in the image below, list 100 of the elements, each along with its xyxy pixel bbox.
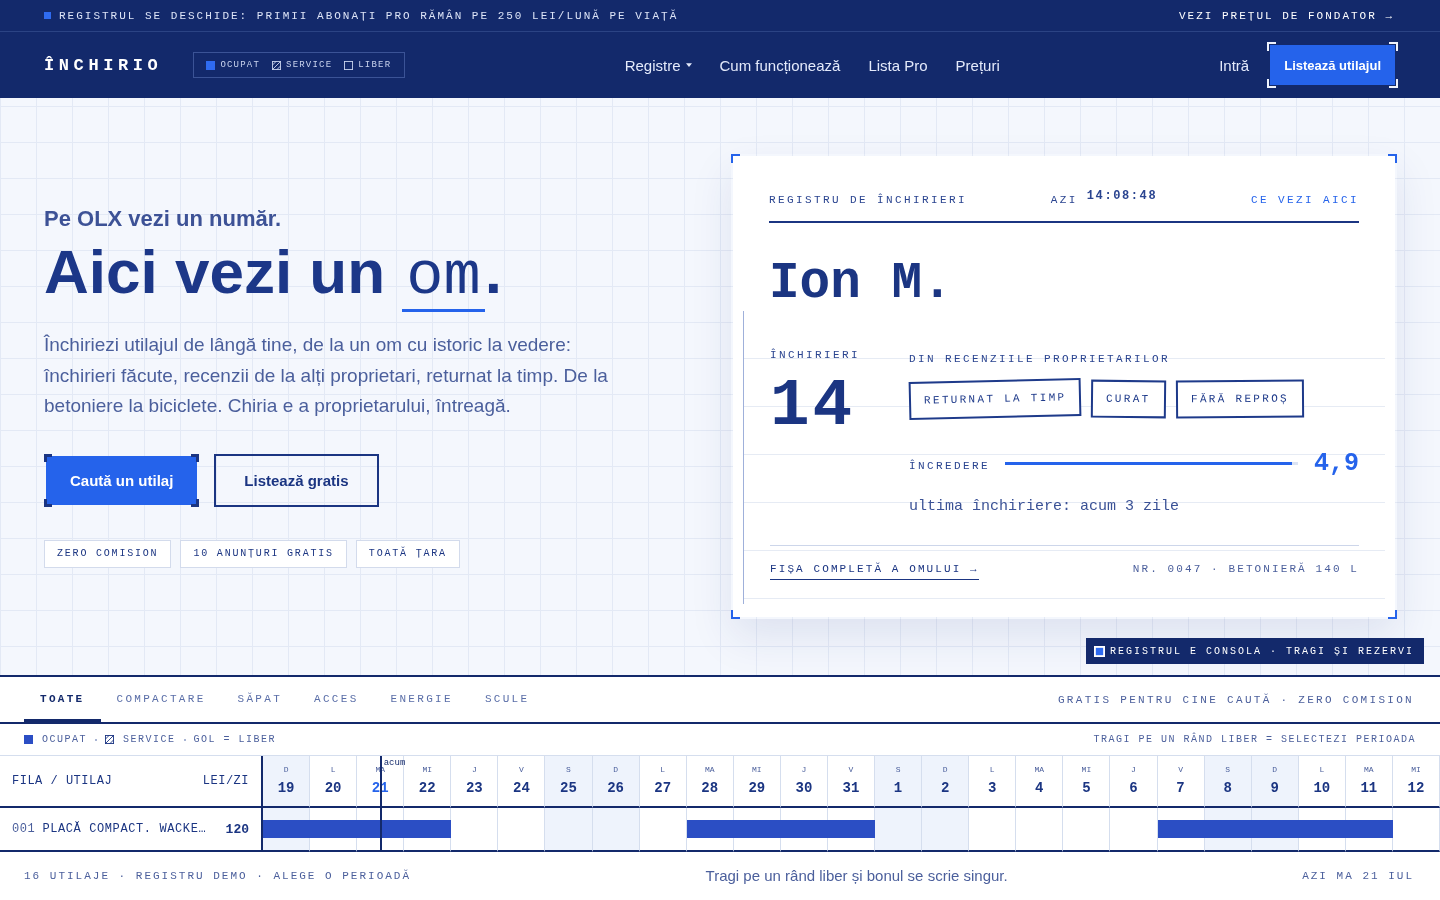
price-cell: 120 (225, 821, 249, 837)
weekday-label: J (801, 765, 807, 775)
reviews-label: DIN RECENZIILE PROPRIETARILOR (909, 352, 1172, 366)
weekday-label: MA (704, 765, 715, 775)
category-tab[interactable]: COMPACTARE (100, 677, 222, 722)
nav-link[interactable]: Lista Pro (868, 56, 928, 74)
date-label: 6 (1129, 779, 1138, 797)
weekday-label: MA (1364, 765, 1374, 775)
headline: Aici vezi un om. (44, 237, 503, 313)
date-label: 30 (795, 779, 813, 797)
date-label: 27 (654, 779, 672, 797)
now-label: acum (383, 758, 406, 768)
empty-square-icon (344, 60, 354, 70)
square-icon (44, 12, 51, 19)
nav-link[interactable]: Registre (624, 56, 692, 74)
category-tab[interactable]: ENERGIE (374, 677, 469, 722)
feature-tag: ZERO COMISION (44, 539, 172, 568)
date-label: 25 (560, 779, 577, 797)
date-label: 22 (418, 779, 436, 797)
date-label: 1 (893, 779, 903, 797)
date-label: 29 (748, 779, 766, 797)
hatched-square-icon (105, 735, 114, 744)
hatched-square-icon (272, 60, 282, 70)
tabs-note: GRATIS PENTRU CINE CAUTĂ · ZERO COMISION (1057, 693, 1414, 706)
weekday-label: V (519, 765, 524, 775)
weekday-label: MI (1411, 765, 1421, 775)
weekday-label: S (566, 765, 571, 775)
date-label: 23 (465, 779, 483, 797)
category-tab[interactable]: SĂPAT (221, 677, 299, 722)
weekday-label: L (660, 765, 666, 775)
column-header: LEI/ZI (202, 774, 249, 788)
footer-date: AZI MA 21 IUL (1302, 869, 1414, 882)
row-number: 001 (12, 822, 36, 836)
weekday-label: MI (752, 765, 762, 775)
weekday-label: D (283, 765, 289, 775)
date-label: 31 (842, 779, 860, 797)
list-equipment-button[interactable]: Listează utilajul (1267, 42, 1398, 88)
kicker-text: Pe OLX vezi un număr. (44, 205, 283, 234)
weekday-label: MI (422, 765, 433, 775)
trust-score: 4,9 (1314, 448, 1359, 478)
category-tab[interactable]: TOATE (24, 677, 101, 722)
nav-link[interactable]: Cum funcționează (719, 56, 841, 74)
weekday-label: D (1272, 765, 1278, 775)
date-label: 4 (1035, 779, 1044, 797)
date-label: 5 (1082, 779, 1091, 797)
date-label: 11 (1360, 779, 1378, 797)
weekday-label: D (942, 765, 948, 775)
console-badge-text: REGISTRUL E CONSOLA · TRAGI ȘI REZERVI (1109, 645, 1414, 657)
rentals-label: ÎNCHIRIERI (770, 348, 861, 362)
founder-price-link[interactable]: VEZI PREȚUL DE FONDATOR → (1178, 9, 1394, 22)
legend-label: LIBER (358, 60, 392, 70)
logo[interactable]: ÎNCHIRIO (44, 55, 163, 75)
weekday-label: S (1225, 765, 1231, 775)
square-icon (1093, 645, 1105, 657)
search-equipment-button[interactable]: Caută un utilaj (44, 453, 200, 507)
clock-time: 14:08:48 (1086, 189, 1158, 203)
weekday-label: L (989, 765, 995, 775)
column-header: FILA / UTILAJ (12, 774, 113, 788)
category-tab[interactable]: ACCES (298, 677, 375, 722)
date-label: 7 (1176, 779, 1185, 797)
drag-hint: TRAGI PE UN RÂND LIBER = SELECTEZI PERIOADA (1093, 734, 1416, 745)
legend-label: OCUPAT (42, 734, 87, 745)
rentals-count: 14 (770, 375, 857, 439)
last-rental-text: ultima închiriere: acum 3 zile (909, 497, 1181, 517)
review-stamp: CURAT (1091, 379, 1167, 419)
list-free-button[interactable]: Listează gratis (214, 453, 379, 507)
weekday-label: L (330, 765, 336, 775)
profile-link[interactable]: FIȘA COMPLETĂ A OMULUI → (770, 562, 979, 580)
weekday-label: MA (1034, 765, 1045, 775)
legend-label: SERVICE (123, 734, 176, 745)
review-stamp: RETURNAT LA TIMP (908, 378, 1082, 420)
legend-label: GOL = LIBER (193, 734, 277, 745)
filled-square-icon (24, 735, 33, 744)
weekday-label: MI (1081, 765, 1092, 775)
date-label: 9 (1270, 779, 1279, 797)
intro-paragraph: Închiriezi utilajul de lângă tine, de la un om cu istoric la vedere: închirieri făcute, recenzii de la alți proprietari, returnat la timp. De la betoniere la biciclete. Chiria e a proprietarului, întreagă. (44, 333, 609, 419)
person-name: Ion M. (769, 257, 954, 311)
feature-tag: 10 ANUNȚURI GRATIS (180, 539, 347, 568)
login-link[interactable]: Intră (1219, 56, 1250, 74)
nav-link[interactable]: Prețuri (955, 56, 1000, 74)
weekday-label: J (471, 765, 477, 775)
weekday-label: D (613, 765, 618, 775)
date-label: 12 (1407, 779, 1425, 797)
listing-info: NR. 0047 · BETONIERĂ 140 L (1132, 562, 1359, 576)
date-label: 19 (277, 779, 295, 797)
help-link[interactable]: CE VEZI AICI (1250, 193, 1359, 207)
legend-label: SERVICE (286, 60, 333, 70)
date-label: 2 (940, 779, 950, 797)
date-label: 10 (1313, 779, 1331, 797)
weekday-label: V (848, 765, 854, 775)
equipment-name: PLACĂ COMPACT. WACKE… (42, 822, 207, 836)
card-title: REGISTRU DE ÎNCHIRIERI (769, 193, 968, 207)
category-tab[interactable]: SCULE (468, 677, 546, 722)
weekday-label: V (1178, 765, 1183, 775)
weekday-label: S (895, 765, 901, 775)
announcement-text: REGISTRUL SE DESCHIDE: PRIMII ABONAȚI PRO RĂMÂN PE 250 LEI/LUNĂ PE VIAȚĂ (59, 9, 679, 22)
footer-status: 16 UTILAJE · REGISTRU DEMO · ALEGE O PERIOADĂ (24, 869, 412, 882)
date-label: 3 (988, 779, 997, 797)
date-label: 26 (607, 779, 624, 797)
date-label: 20 (324, 779, 342, 797)
